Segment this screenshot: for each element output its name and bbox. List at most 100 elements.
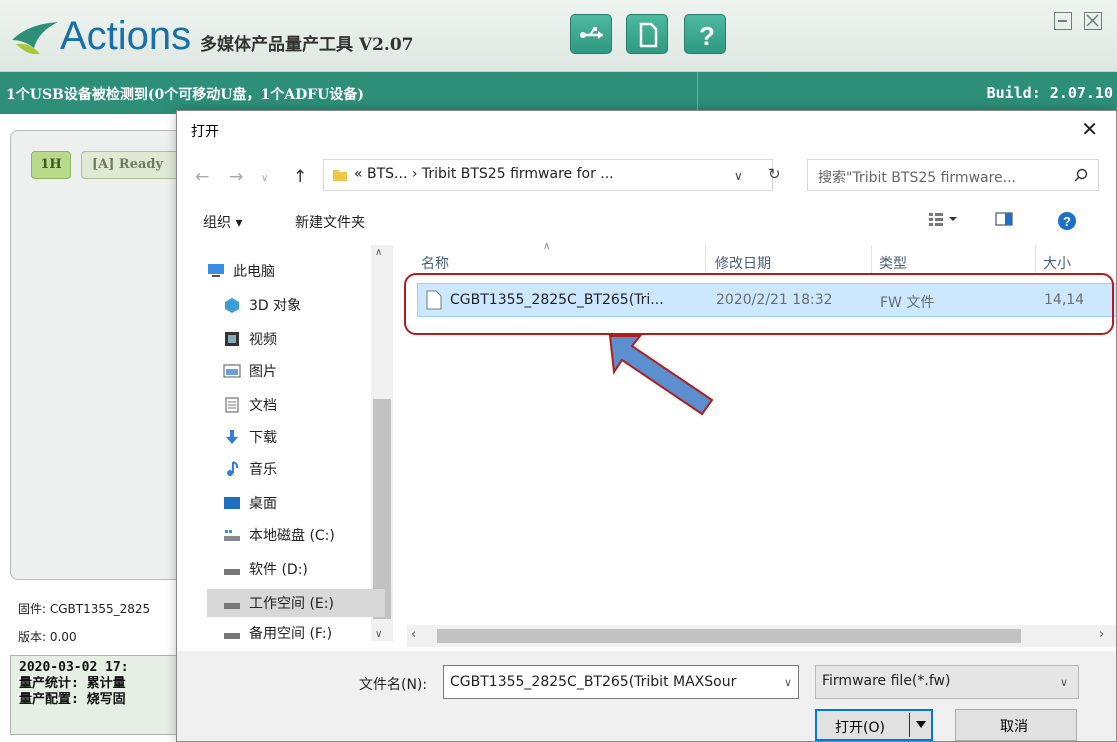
nav-scroll-up-icon[interactable]: ∧ bbox=[375, 247, 382, 258]
filename-input[interactable]: CGBT1355_2825C_BT265(Tribit MAXSour ∨ bbox=[443, 665, 799, 699]
address-bar[interactable]: « BTS... › Tribit BTS25 firmware for ... bbox=[323, 159, 773, 191]
view-options-icon[interactable] bbox=[929, 211, 959, 227]
dialog-toolbar: 组织 ▾ 新建文件夹 ? bbox=[177, 203, 1116, 237]
version-info: 版本: 0.00 bbox=[18, 630, 77, 644]
nav-item-label: 软件 (D:) bbox=[249, 562, 308, 578]
document-icon bbox=[225, 397, 239, 413]
device-slot-label[interactable]: 1H bbox=[31, 151, 71, 179]
nav-item-label: 本地磁盘 (C:) bbox=[249, 528, 335, 544]
cancel-button[interactable]: 取消 bbox=[955, 709, 1077, 741]
cancel-button-label: 取消 bbox=[1000, 719, 1028, 735]
brand-name: Actions bbox=[60, 13, 192, 58]
sort-indicator-icon: ∧ bbox=[543, 241, 551, 252]
question-icon: ? bbox=[699, 21, 715, 49]
column-modified[interactable]: 修改日期 bbox=[715, 253, 771, 273]
nav-item-label: 视频 bbox=[249, 332, 277, 348]
annotation-arrow-icon bbox=[608, 335, 714, 416]
actions-logo: Actions bbox=[10, 14, 191, 58]
nav-item-downloads[interactable]: 下载 bbox=[223, 423, 277, 451]
desktop-icon bbox=[224, 497, 240, 509]
help-icon[interactable]: ? bbox=[1057, 211, 1077, 231]
new-folder-button[interactable]: 新建文件夹 bbox=[295, 212, 365, 232]
nav-item-drive-d[interactable]: 软件 (D:) bbox=[223, 555, 308, 583]
nav-item-drive-f[interactable]: 备用空间 (F:) bbox=[223, 619, 332, 647]
nav-item-music[interactable]: 音乐 bbox=[223, 455, 277, 483]
open-button-label: 打开(O) bbox=[835, 720, 885, 736]
open-button[interactable]: 打开(O) bbox=[815, 709, 933, 741]
video-icon bbox=[225, 332, 239, 346]
search-placeholder: 搜索"Tribit BTS25 firmware... bbox=[818, 170, 1017, 186]
drive-icon bbox=[224, 569, 240, 575]
column-divider[interactable] bbox=[1035, 245, 1036, 275]
nav-item-documents[interactable]: 文档 bbox=[223, 391, 277, 419]
nav-item-pictures[interactable]: 图片 bbox=[223, 357, 277, 385]
nav-scroll-down-icon[interactable]: ∨ bbox=[375, 629, 382, 640]
build-label: Build: 2.07.10 bbox=[986, 84, 1113, 102]
column-divider[interactable] bbox=[871, 245, 872, 275]
search-input[interactable]: 搜索"Tribit BTS25 firmware... bbox=[807, 159, 1099, 191]
close-app-button[interactable] bbox=[1084, 12, 1102, 30]
cube-icon bbox=[225, 298, 239, 313]
nav-item-label: 下载 bbox=[249, 430, 277, 446]
file-type-filter-value: Firmware file(*.fw) bbox=[822, 673, 951, 689]
close-icon bbox=[1086, 14, 1099, 27]
nav-item-label: 工作空间 (E:) bbox=[249, 596, 334, 612]
status-bar: 1个USB设备被检测到(0个可移动U盘，1个ADFU设备) Build: 2.0… bbox=[0, 72, 1117, 114]
app-header: Actions 多媒体产品量产工具 V2.07 ? bbox=[0, 0, 1117, 72]
nav-item-label: 图片 bbox=[249, 364, 277, 380]
minimize-icon bbox=[1058, 20, 1067, 22]
log-line: 量产统计: 累计量 bbox=[19, 676, 126, 691]
document-button[interactable] bbox=[626, 14, 668, 54]
column-divider[interactable] bbox=[705, 245, 706, 275]
horizontal-scroll-thumb[interactable] bbox=[437, 629, 1021, 643]
recent-chevron-icon[interactable]: ∨ bbox=[261, 173, 268, 184]
drive-icon bbox=[224, 633, 240, 639]
folder-icon bbox=[333, 170, 347, 181]
dialog-close-button[interactable]: ✕ bbox=[1081, 117, 1098, 141]
scroll-right-icon[interactable]: › bbox=[1099, 627, 1104, 642]
column-type[interactable]: 类型 bbox=[879, 253, 907, 273]
log-line: 2020-03-02 17: bbox=[19, 660, 129, 675]
nav-item-label: 3D 对象 bbox=[249, 298, 302, 314]
nav-item-videos[interactable]: 视频 bbox=[223, 325, 277, 353]
back-arrow-icon[interactable]: ← bbox=[195, 167, 209, 187]
organize-menu[interactable]: 组织 ▾ bbox=[203, 212, 242, 232]
help-button[interactable]: ? bbox=[684, 14, 726, 54]
forward-arrow-icon[interactable]: → bbox=[229, 167, 243, 187]
nav-item-label: 桌面 bbox=[249, 496, 277, 512]
drive-icon bbox=[224, 530, 240, 541]
nav-item-desktop[interactable]: 桌面 bbox=[223, 489, 277, 517]
dialog-title: 打开 bbox=[191, 124, 219, 140]
log-line: 量产配置: 烧写固 bbox=[19, 692, 126, 707]
filename-value: CGBT1355_2825C_BT265(Tribit MAXSour bbox=[450, 674, 737, 690]
filter-dropdown-icon: ∨ bbox=[1059, 676, 1068, 689]
usb-icon bbox=[580, 27, 603, 39]
usb-button[interactable] bbox=[570, 14, 612, 54]
nav-item-this-pc[interactable]: 此电脑 bbox=[207, 257, 275, 285]
nav-scroll-thumb[interactable] bbox=[373, 399, 391, 619]
status-divider bbox=[697, 72, 698, 114]
nav-item-3d-objects[interactable]: 3D 对象 bbox=[223, 291, 301, 319]
actions-logo-mark bbox=[10, 14, 60, 58]
app-subtitle: 多媒体产品量产工具 V2.07 bbox=[200, 35, 414, 55]
file-type-filter[interactable]: Firmware file(*.fw) ∨ bbox=[815, 665, 1079, 699]
address-dropdown-icon[interactable]: ∨ bbox=[734, 169, 743, 183]
document-icon bbox=[639, 22, 658, 48]
computer-icon bbox=[208, 264, 224, 277]
open-button-divider bbox=[909, 713, 910, 737]
refresh-icon[interactable]: ↻ bbox=[768, 165, 781, 183]
svg-text:?: ? bbox=[699, 21, 715, 49]
nav-item-drive-e[interactable]: 工作空间 (E:) bbox=[207, 589, 385, 617]
up-arrow-icon[interactable]: ↑ bbox=[293, 167, 307, 187]
minimize-button[interactable] bbox=[1054, 12, 1072, 30]
scroll-left-icon[interactable]: ‹ bbox=[411, 627, 416, 642]
download-icon bbox=[226, 430, 238, 444]
search-icon bbox=[1074, 168, 1088, 182]
open-dropdown-icon[interactable] bbox=[915, 718, 927, 730]
column-name[interactable]: 名称 bbox=[421, 253, 449, 273]
filename-dropdown-icon[interactable]: ∨ bbox=[784, 676, 792, 689]
picture-icon bbox=[223, 364, 241, 378]
nav-item-drive-c[interactable]: 本地磁盘 (C:) bbox=[223, 521, 335, 549]
preview-pane-icon[interactable] bbox=[995, 211, 1013, 227]
column-size[interactable]: 大小 bbox=[1043, 253, 1071, 273]
